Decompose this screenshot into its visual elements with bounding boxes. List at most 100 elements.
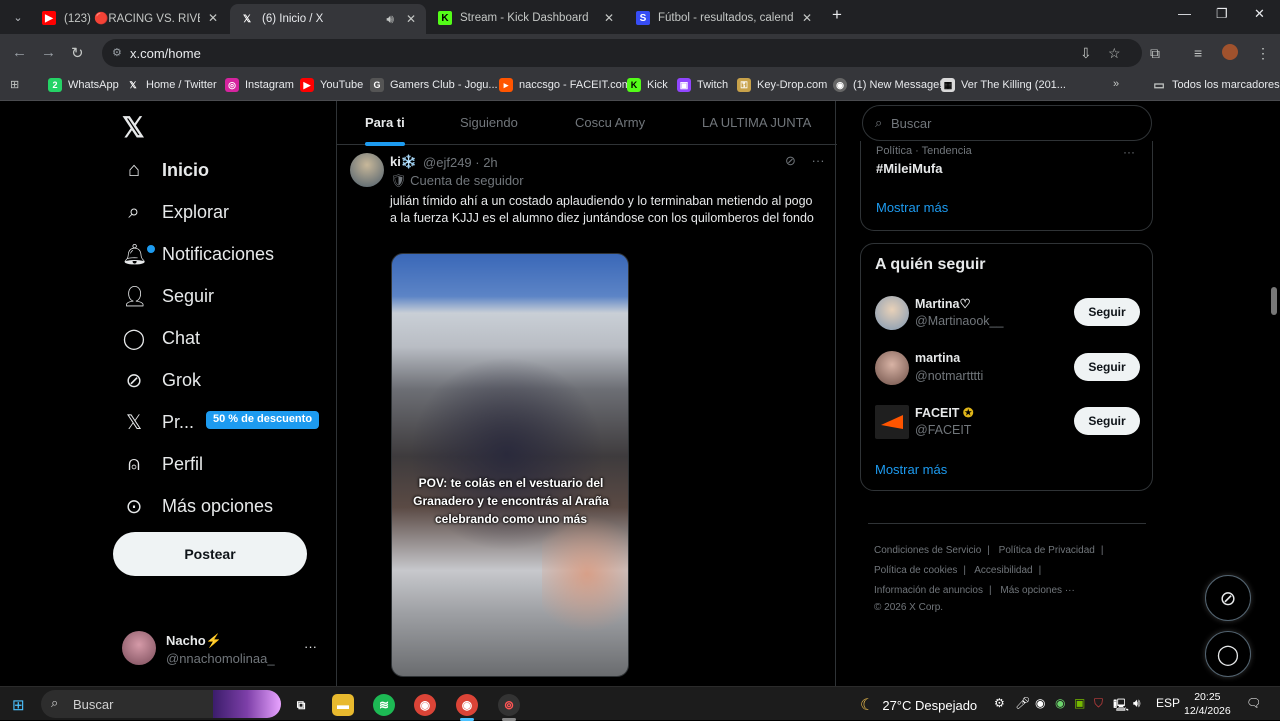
tab-kick[interactable]: K Stream - Kick Dashboard ✕ bbox=[428, 4, 624, 32]
close-tab-icon[interactable]: ✕ bbox=[208, 11, 218, 25]
antivirus-icon[interactable]: ⛉ bbox=[1094, 696, 1103, 711]
tab-la-ultima-junta[interactable]: LA ULTIMA JUNTA bbox=[702, 115, 811, 130]
close-tab-icon[interactable]: ✕ bbox=[604, 11, 614, 25]
close-tab-icon[interactable]: ✕ bbox=[802, 11, 812, 25]
record-icon[interactable]: ◉ bbox=[1035, 696, 1045, 710]
bookmark-twitch[interactable]: ▣ Twitch bbox=[677, 78, 728, 92]
grok-floating-button[interactable]: ⊘ bbox=[1205, 575, 1251, 621]
bookmarks-overflow-icon[interactable]: » bbox=[1113, 78, 1119, 90]
bookmark-new-message[interactable]: ◉ (1) New Message! bbox=[833, 78, 942, 92]
maximize-button[interactable]: ❐ bbox=[1216, 6, 1228, 22]
tweet-avatar[interactable] bbox=[350, 153, 384, 187]
close-tab-icon[interactable]: ✕ bbox=[406, 12, 416, 26]
bookmark-instagram[interactable]: ◎ Instagram bbox=[225, 78, 294, 92]
weather-widget[interactable]: ☾ 27°C Despejado bbox=[860, 695, 977, 715]
taskbar-search[interactable]: ⌕ Buscar bbox=[41, 690, 281, 718]
all-bookmarks-folder[interactable]: ▭ Todos los marcadores bbox=[1152, 78, 1279, 92]
bookmark-faceit[interactable]: ▸ naccsgo - FACEIT.com bbox=[499, 78, 631, 92]
forward-icon[interactable]: → bbox=[41, 44, 56, 61]
chrome-menu-icon[interactable]: ⋮ bbox=[1256, 45, 1270, 62]
tweet-handle-time[interactable]: @ejf249 · 2h bbox=[423, 155, 498, 170]
chrome-active-icon[interactable]: ◉ bbox=[456, 694, 478, 716]
reload-icon[interactable]: ↻ bbox=[71, 44, 84, 62]
footer-link[interactable]: Política de Privacidad bbox=[999, 545, 1095, 556]
bookmark-whatsapp[interactable]: 2 WhatsApp bbox=[48, 78, 119, 92]
follow-suggestion[interactable]: FACEIT ✪ @FACEIT Seguir bbox=[875, 403, 1141, 443]
bookmark-youtube[interactable]: ▶ YouTube bbox=[300, 78, 363, 92]
footer-link[interactable]: Información de anuncios bbox=[874, 585, 983, 596]
tab-coscu-army[interactable]: Coscu Army bbox=[575, 115, 645, 130]
profile-avatar[interactable] bbox=[1222, 44, 1238, 60]
windows-start-icon[interactable]: ⊞ bbox=[12, 696, 25, 714]
apps-grid-icon[interactable]: ⊞ bbox=[10, 78, 19, 91]
footer-link[interactable]: Condiciones de Servicio bbox=[874, 545, 981, 556]
notifications-center-icon[interactable]: 🗨 bbox=[1246, 696, 1261, 710]
site-info-icon[interactable]: ⚙ bbox=[112, 46, 122, 59]
volume-icon[interactable]: 🔊︎ bbox=[1133, 696, 1141, 711]
network-icon[interactable]: 🖳 bbox=[1113, 696, 1129, 717]
extensions-icon[interactable]: ⧉ bbox=[1150, 45, 1160, 62]
grok-icon[interactable]: ⊘ bbox=[785, 153, 796, 168]
microphone-icon[interactable]: 🎤︎ bbox=[1015, 696, 1030, 710]
nav-home[interactable]: ⌂ Inicio bbox=[122, 149, 209, 191]
messages-floating-button[interactable]: ◯ bbox=[1205, 631, 1251, 677]
tweet-video[interactable]: POV: te colás en el vestuario del Granad… bbox=[391, 253, 629, 677]
nav-follow[interactable]: 👤︎ Seguir bbox=[122, 275, 214, 317]
page-scrollbar[interactable] bbox=[1268, 101, 1280, 686]
nav-explore[interactable]: ⌕ Explorar bbox=[122, 191, 229, 233]
trend-item[interactable]: #MileiMufa bbox=[876, 161, 942, 176]
nav-chat[interactable]: ◯ Chat bbox=[122, 317, 200, 359]
more-dots-icon[interactable]: ··· bbox=[304, 639, 317, 654]
tab-search-button[interactable]: ⌄ bbox=[8, 7, 28, 27]
tab-following[interactable]: Siguiendo bbox=[460, 115, 518, 130]
nav-more-options[interactable]: ⊙ Más opciones bbox=[122, 485, 273, 527]
install-app-icon[interactable]: ⇩ bbox=[1080, 45, 1092, 62]
more-dots-icon[interactable]: ··· bbox=[812, 153, 825, 168]
tab-sofascore[interactable]: S Fútbol - resultados, calendario ✕ bbox=[626, 4, 822, 32]
clock[interactable]: 20:25 12/4/2026 bbox=[1184, 690, 1231, 718]
tab-x-home[interactable]: 𝕏 (6) Inicio / X 🔊︎ ✕ bbox=[230, 4, 426, 34]
follow-suggestion[interactable]: martina @notmartttti Seguir bbox=[875, 349, 1141, 389]
nav-grok[interactable]: ⊘ Grok bbox=[122, 359, 201, 401]
task-view-icon[interactable]: ⧉ bbox=[290, 694, 312, 716]
follow-button[interactable]: Seguir bbox=[1074, 298, 1140, 326]
tray-green-icon[interactable]: ◉ bbox=[1055, 696, 1065, 710]
spotify-icon[interactable]: ≋ bbox=[373, 694, 395, 716]
tab-for-you[interactable]: Para ti bbox=[365, 115, 405, 130]
search-input[interactable]: ⌕ Buscar bbox=[862, 105, 1152, 141]
discount-badge[interactable]: 50 % de descuento bbox=[206, 411, 320, 429]
bookmark-gamersclub[interactable]: G Gamers Club - Jogu... bbox=[370, 78, 498, 92]
new-tab-button[interactable]: + bbox=[832, 5, 842, 25]
more-dots-icon[interactable]: ··· bbox=[1123, 145, 1135, 159]
follow-button[interactable]: Seguir bbox=[1074, 407, 1140, 435]
bookmark-twitter[interactable]: 𝕏 Home / Twitter bbox=[126, 78, 216, 92]
bookmark-the-killing[interactable]: ▦ Ver The Killing (201... bbox=[941, 78, 1066, 92]
tweet-author-name[interactable]: ki❄️ bbox=[390, 154, 417, 170]
scroll-thumb[interactable] bbox=[1271, 287, 1277, 315]
follow-show-more-link[interactable]: Mostrar más bbox=[875, 462, 947, 477]
address-bar[interactable]: ⚙ x.com/home bbox=[102, 39, 1142, 67]
bookmark-kick[interactable]: K Kick bbox=[627, 78, 668, 92]
file-explorer-icon[interactable]: ▬ bbox=[332, 694, 354, 716]
obs-icon[interactable]: ⊚ bbox=[498, 694, 520, 716]
footer-link[interactable]: Accesibilidad bbox=[974, 565, 1032, 576]
nav-premium[interactable]: 𝕏 Pr... bbox=[122, 401, 194, 443]
footer-link[interactable]: Política de cookies bbox=[874, 565, 957, 576]
trends-show-more-link[interactable]: Mostrar más bbox=[876, 200, 948, 215]
nvidia-icon[interactable]: ▣ bbox=[1074, 696, 1085, 710]
post-button[interactable]: Postear bbox=[113, 532, 307, 576]
speaker-icon[interactable]: 🔊︎ bbox=[386, 12, 394, 27]
nav-profile[interactable]: ⍝ Perfil bbox=[122, 443, 203, 485]
media-control-icon[interactable]: ≡ bbox=[1194, 45, 1202, 61]
tray-app-icon[interactable]: ⚙ bbox=[994, 696, 1005, 710]
close-window-button[interactable]: ✕ bbox=[1254, 6, 1265, 22]
chrome-icon[interactable]: ◉ bbox=[414, 694, 436, 716]
x-logo-icon[interactable]: 𝕏 bbox=[122, 111, 145, 144]
follow-button[interactable]: Seguir bbox=[1074, 353, 1140, 381]
bookmark-keydrop[interactable]: ⚿ Key-Drop.com bbox=[737, 78, 827, 92]
nav-notifications[interactable]: 🔔︎ Notificaciones bbox=[122, 233, 274, 275]
back-icon[interactable]: ← bbox=[12, 44, 27, 61]
language-indicator[interactable]: ESP bbox=[1156, 696, 1180, 710]
follow-suggestion[interactable]: Martina♡ @Martinaook__ Seguir bbox=[875, 294, 1141, 334]
footer-link[interactable]: Más opciones ··· bbox=[1000, 585, 1074, 596]
